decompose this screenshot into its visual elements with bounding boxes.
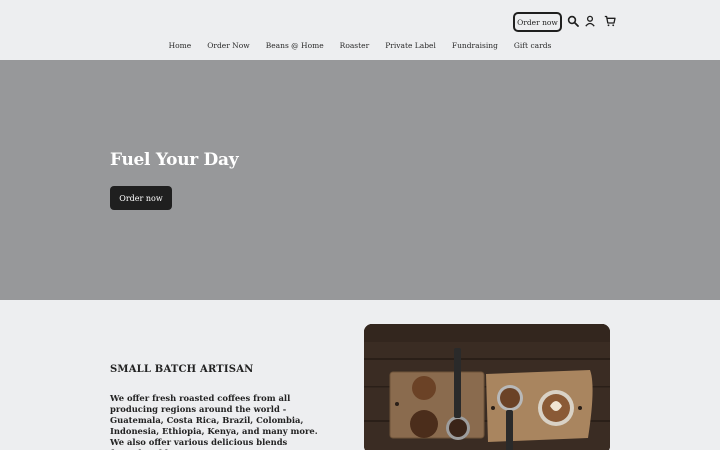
nav-item-roaster[interactable]: Roaster: [332, 40, 378, 54]
header-order-button[interactable]: Order now: [513, 12, 562, 32]
main-nav: Home Order Now Beans @ Home Roaster Priv…: [0, 40, 720, 54]
nav-item-private-label[interactable]: Private Label: [377, 40, 444, 54]
nav-item-home[interactable]: Home: [161, 40, 200, 54]
intro-section: SMALL BATCH ARTISAN We offer fresh roast…: [0, 300, 720, 450]
search-icon[interactable]: [566, 14, 580, 28]
account-icon[interactable]: [583, 14, 597, 28]
nav-item-gift-cards[interactable]: Gift cards: [506, 40, 559, 54]
hero-banner: Fuel Your Day Order now: [0, 60, 720, 300]
nav-item-beans-at-home[interactable]: Beans @ Home: [258, 40, 332, 54]
hero-order-button[interactable]: Order now: [110, 186, 172, 210]
intro-eyebrow: SMALL BATCH ARTISAN: [110, 364, 254, 375]
intro-description: We offer fresh roasted coffees from all …: [110, 393, 318, 450]
nav-item-order-now[interactable]: Order Now: [199, 40, 257, 54]
coffee-photo: [364, 324, 610, 450]
cart-icon[interactable]: [603, 14, 617, 28]
hero-title: Fuel Your Day: [110, 150, 239, 170]
coffee-photo-illustration: [364, 324, 610, 450]
nav-item-fundraising[interactable]: Fundraising: [444, 40, 506, 54]
site-header: Order now Home Order Now Beans @ Home Ro…: [0, 0, 720, 60]
